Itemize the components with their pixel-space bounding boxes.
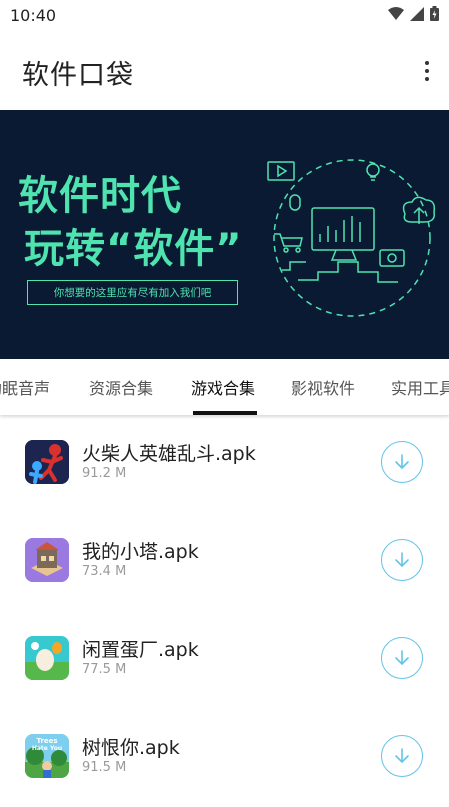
status-icons (388, 6, 439, 21)
more-vert-icon (425, 61, 429, 65)
banner-headline-1: 软件时代 (18, 173, 182, 219)
promo-banner[interactable]: 软件时代 玩转“软件” 你想要的这里应有尽有加入我们吧 (0, 110, 449, 359)
list-item[interactable]: 火柴人英雄乱斗.apk 91.2 M (0, 415, 449, 513)
tech-illustration-icon (267, 159, 436, 317)
list-item[interactable]: 我的小塔.apk 73.4 M (0, 513, 449, 611)
tab-video-apps[interactable]: 影视软件 (291, 359, 355, 415)
idle-egg-factory-app-icon (25, 636, 69, 680)
download-icon (395, 454, 409, 470)
tab-resources[interactable]: 资源合集 (89, 359, 153, 415)
battery-icon (430, 6, 439, 21)
tab-games[interactable]: 游戏合集 (191, 359, 255, 415)
stickman-hero-app-icon (25, 440, 69, 484)
app-size: 91.5 M (82, 760, 127, 775)
signal-icon (410, 6, 424, 21)
more-vert-dot (425, 69, 429, 73)
overflow-menu-button[interactable] (419, 56, 435, 86)
wifi-icon (388, 6, 404, 20)
download-icon (395, 748, 409, 764)
app-size: 77.5 M (82, 662, 127, 677)
app-name: 闲置蛋厂.apk (82, 639, 199, 661)
app-name: 树恨你.apk (82, 737, 180, 759)
app-size: 73.4 M (82, 564, 127, 579)
download-button[interactable] (381, 637, 423, 679)
app-title: 软件口袋 (22, 60, 134, 91)
list-item[interactable]: Trees Hate You 树恨你.apk 91.5 M (0, 709, 449, 807)
download-button[interactable] (381, 735, 423, 777)
download-button[interactable] (381, 539, 423, 581)
svg-text:Hate You: Hate You (32, 745, 62, 752)
tab-sleep-audio[interactable]: 助眠音声 (0, 359, 50, 415)
app-bar: 软件口袋 (0, 30, 449, 110)
category-tabs: 助眠音声 资源合集 游戏合集 影视软件 实用工具 (0, 359, 449, 415)
more-vert-dot (425, 77, 429, 81)
banner-headline-2: 玩转“软件” (24, 226, 243, 272)
tab-utilities[interactable]: 实用工具 (391, 359, 449, 415)
status-time: 10:40 (10, 6, 57, 25)
download-icon (395, 552, 409, 568)
trees-hate-you-app-icon: Trees Hate You (25, 734, 69, 778)
download-icon (395, 650, 409, 666)
status-bar: 10:40 (0, 0, 449, 30)
app-size: 91.2 M (82, 466, 127, 481)
app-name: 火柴人英雄乱斗.apk (82, 443, 256, 465)
download-button[interactable] (381, 441, 423, 483)
banner-subtitle: 你想要的这里应有尽有加入我们吧 (27, 280, 238, 305)
app-name: 我的小塔.apk (82, 541, 199, 563)
list-item[interactable]: 闲置蛋厂.apk 77.5 M (0, 611, 449, 709)
svg-text:Trees: Trees (36, 737, 57, 745)
my-tower-app-icon (25, 538, 69, 582)
